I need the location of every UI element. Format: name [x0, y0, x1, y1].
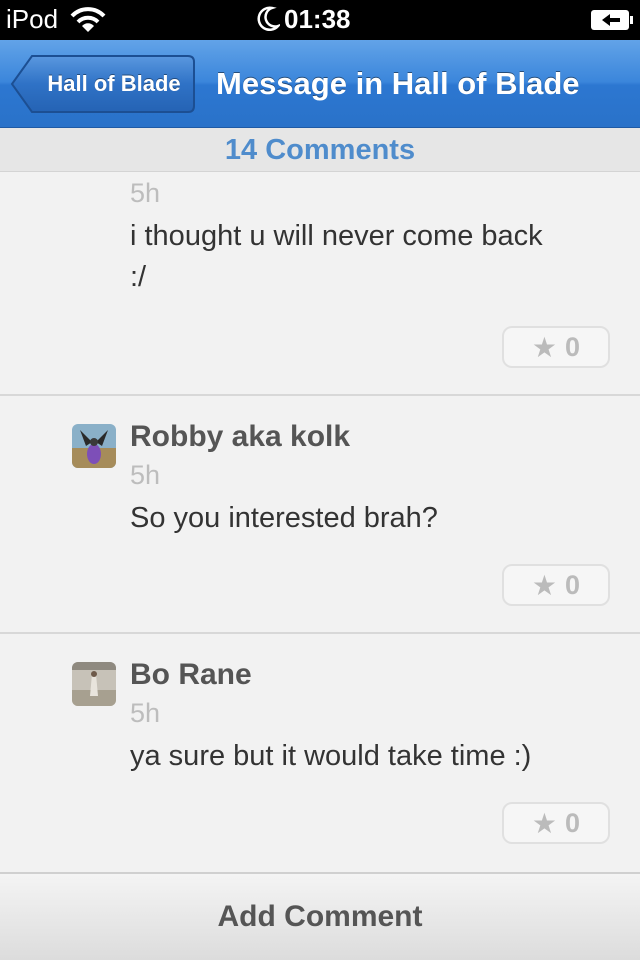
- comment-text: ya sure but it would take time :): [130, 740, 532, 772]
- add-comment-button[interactable]: Add Comment: [0, 872, 640, 960]
- navigation-bar: Hall of Blade Message in Hall of Blade: [0, 40, 640, 128]
- comments-count-header: 14 Comments: [0, 128, 640, 172]
- back-button-label: Hall of Blade: [47, 71, 181, 96]
- comment-item: Robby aka kolk 5h So you interested brah…: [0, 396, 640, 634]
- wifi-icon: [70, 7, 106, 32]
- comment-text: So you interested brah?: [130, 502, 438, 534]
- like-count: 0: [565, 331, 581, 362]
- avatar: [72, 662, 116, 706]
- comment-time: 5h: [130, 460, 161, 490]
- moon-icon: [257, 6, 280, 31]
- comment-item: 5h i thought u will never come back :/ ★…: [0, 172, 640, 396]
- battery-charging-icon: [591, 10, 633, 30]
- carrier-label: iPod: [6, 4, 59, 34]
- comment-author[interactable]: Robby aka kolk: [130, 420, 350, 454]
- like-button[interactable]: ★ 0: [502, 326, 610, 368]
- like-count: 0: [565, 807, 581, 838]
- page-title: Message in Hall of Blade: [216, 66, 580, 101]
- back-button[interactable]: Hall of Blade: [10, 54, 196, 114]
- comment-author[interactable]: Bo Rane: [130, 658, 252, 692]
- star-icon: ★: [531, 806, 558, 840]
- comment-time: 5h: [130, 698, 161, 728]
- comment-time: 5h: [130, 178, 161, 208]
- like-button[interactable]: ★ 0: [502, 802, 610, 844]
- comment-list[interactable]: 5h i thought u will never come back :/ ★…: [0, 172, 640, 872]
- star-icon: ★: [531, 568, 558, 602]
- avatar: [72, 424, 116, 468]
- like-button[interactable]: ★ 0: [502, 564, 610, 606]
- status-time: 01:38: [284, 4, 351, 34]
- comment-item: Bo Rane 5h ya sure but it would take tim…: [0, 634, 640, 872]
- star-icon: ★: [531, 330, 558, 364]
- like-count: 0: [565, 569, 581, 600]
- comment-text: i thought u will never come back :/: [130, 220, 543, 293]
- status-bar: iPod 01:38: [0, 0, 640, 40]
